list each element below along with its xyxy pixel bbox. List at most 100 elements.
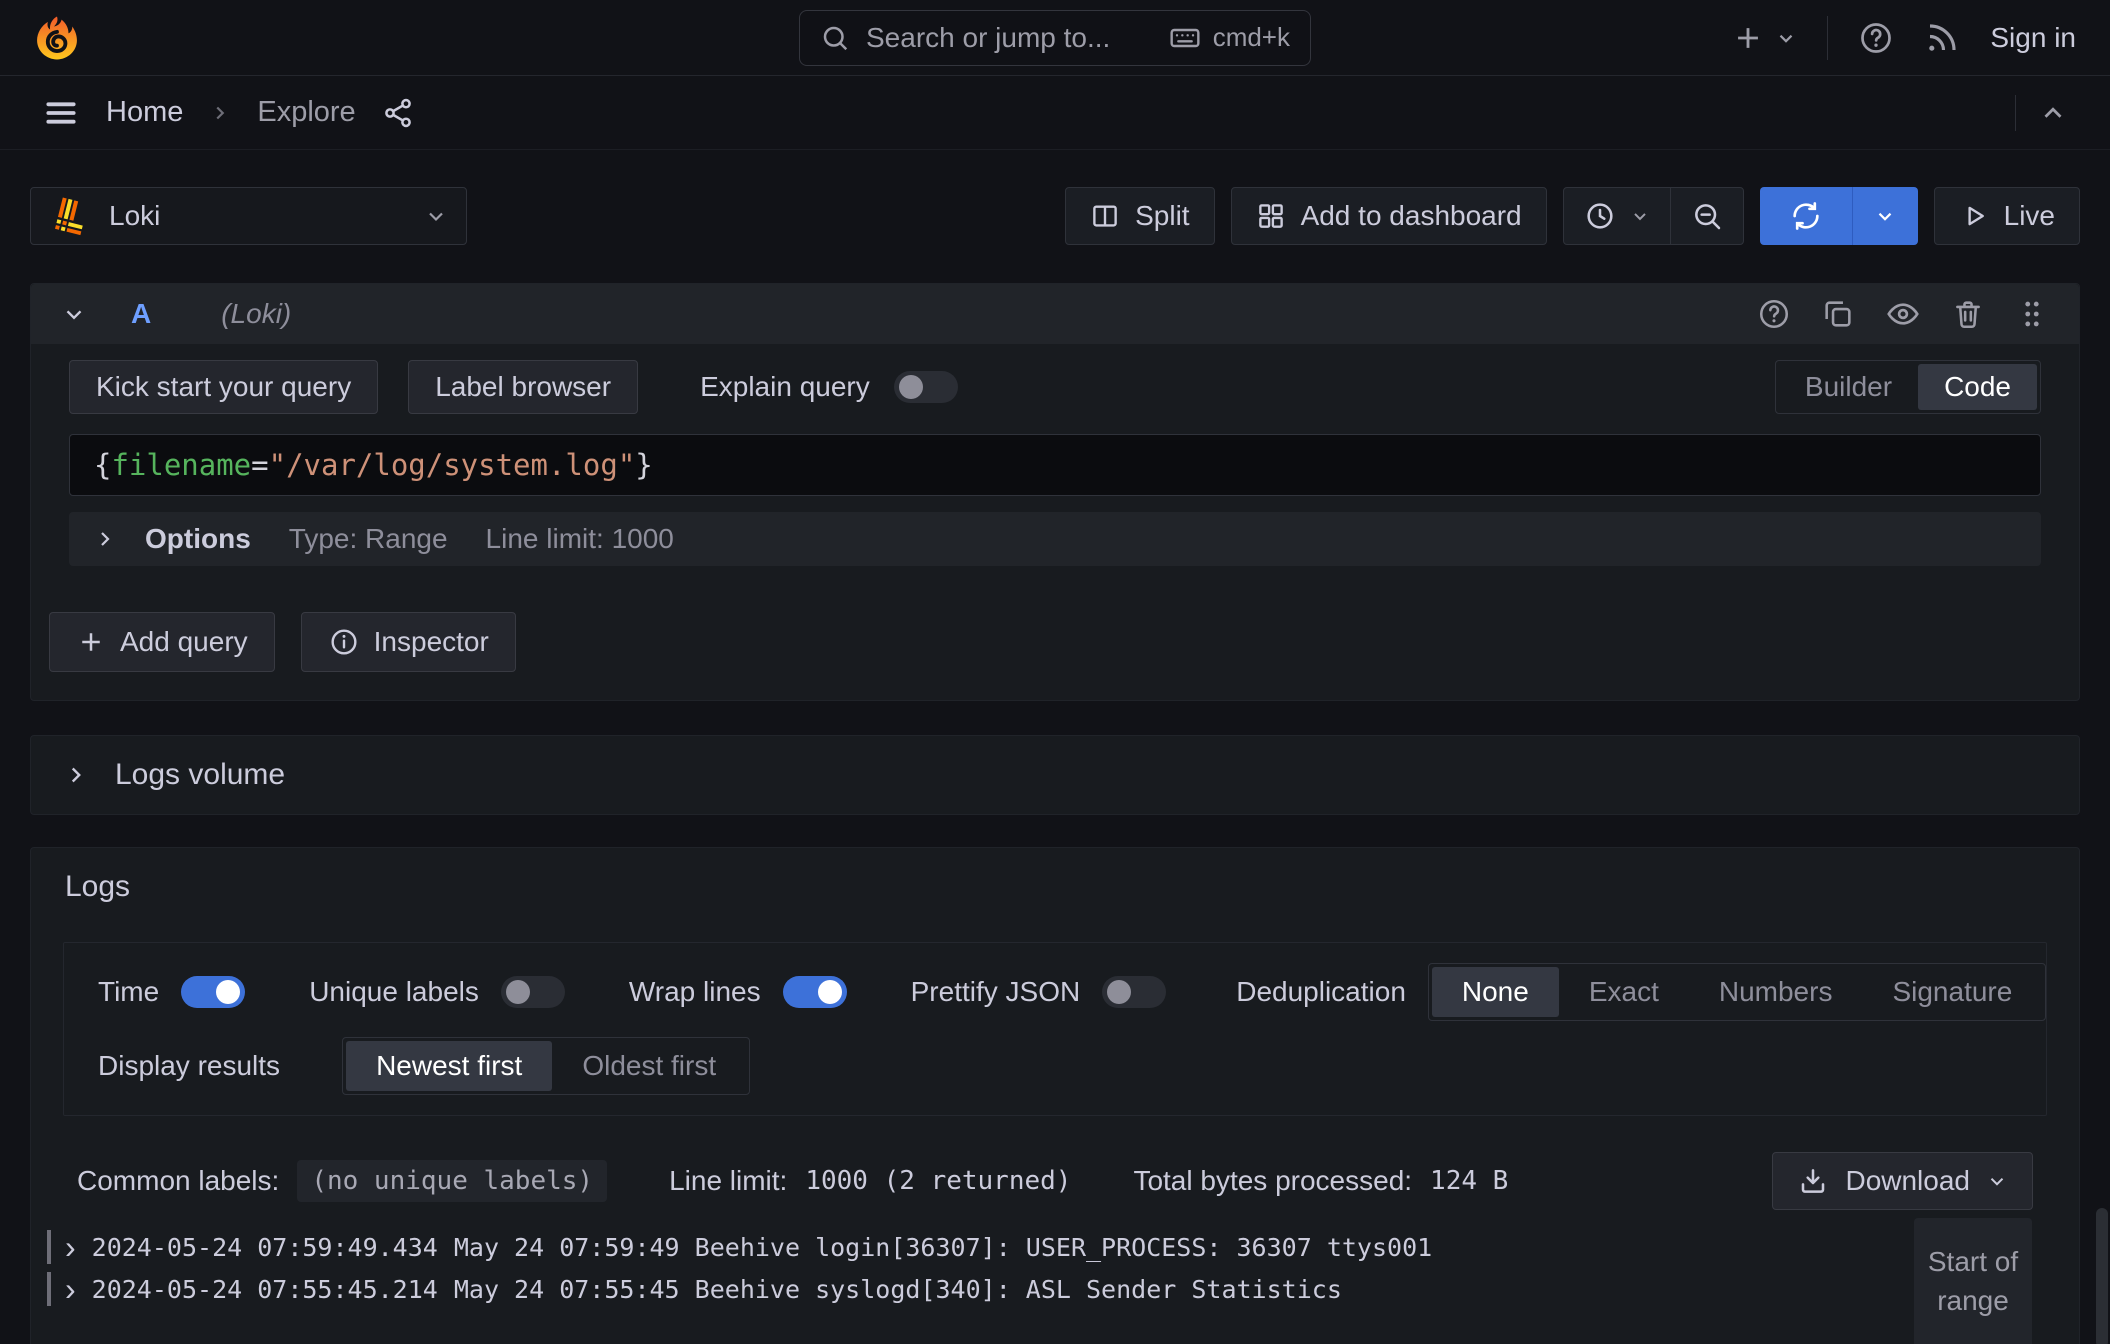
search-shortcut: cmd+k [1169,22,1290,54]
chevron-down-icon[interactable] [61,301,87,327]
explain-query-toggle[interactable] [894,371,958,403]
clock-icon [1584,200,1616,232]
remove-query-icon[interactable] [1951,297,1985,331]
logs-title: Logs [65,870,2079,904]
download-icon [1797,1165,1829,1197]
duplicate-query-icon[interactable] [1821,297,1855,331]
time-range-button[interactable] [1564,188,1670,244]
sign-in-button[interactable]: Sign in [1990,22,2076,54]
datasource-name: Loki [109,200,160,232]
prettify-json-toggle[interactable] [1102,976,1166,1008]
drag-handle-icon[interactable] [2015,297,2049,331]
add-to-dashboard-button[interactable]: Add to dashboard [1231,187,1547,245]
play-icon [1959,201,1989,231]
unique-labels-toggle[interactable] [501,976,565,1008]
news-button[interactable] [1924,20,1960,56]
line-limit-label: Line limit: [669,1165,787,1197]
order-oldest-first[interactable]: Oldest first [552,1041,746,1091]
log-row[interactable]: ›2024-05-24 07:59:49.434May 24 07:59:49 … [31,1226,2079,1268]
log-row[interactable]: › 2024-05-24 07:55:45.214 May 24 07:55:45 … [31,1268,2079,1310]
search-input[interactable]: Search or jump to... cmd+k [799,10,1311,66]
query-editor-panel: A (Loki) Kick start your query Label bro… [30,283,2080,701]
label-browser-button[interactable]: Label browser [408,360,638,414]
new-menu-button[interactable] [1731,21,1797,55]
add-query-button[interactable]: Add query [49,612,275,672]
share-shortened-link-button[interactable] [382,97,414,129]
wrap-lines-label: Wrap lines [629,976,761,1008]
divider [2015,95,2016,131]
logs-volume-panel[interactable]: Logs volume [30,735,2080,815]
chevron-down-icon [1630,206,1650,226]
run-query-interval-button[interactable] [1852,187,1918,245]
datasource-picker[interactable]: Loki [30,187,467,245]
time-label: Time [98,976,159,1008]
dedup-signature[interactable]: Signature [1862,967,2042,1017]
zoom-out-time-button[interactable] [1671,188,1743,244]
top-nav: Search or jump to... cmd+k Sign in [0,0,2110,76]
plus-icon [1731,21,1765,55]
query-token: { [94,448,111,482]
mega-menu-button[interactable] [42,94,80,132]
dedup-exact[interactable]: Exact [1559,967,1689,1017]
query-code-input[interactable]: {filename="/var/log/system.log"} [69,434,2041,496]
display-results-label: Display results [98,1050,280,1082]
log-timestamp: 2024-05-24 07:55:45.214 [92,1275,438,1304]
scrollbar-thumb[interactable] [2096,1208,2108,1344]
loki-logo-icon [49,195,91,237]
log-expand-icon[interactable]: › [65,1273,76,1305]
live-button[interactable]: Live [1934,187,2080,245]
sync-icon [1790,200,1822,232]
log-expand-icon[interactable]: › [65,1231,76,1263]
chevron-right-icon [93,527,117,551]
common-labels-label: Common labels: [77,1165,279,1197]
inspector-button[interactable]: Inspector [301,612,516,672]
search-icon [820,23,850,53]
chevron-up-icon [2038,98,2068,128]
help-button[interactable] [1858,20,1894,56]
query-ref-id: A [131,298,151,330]
run-query-button[interactable] [1760,187,1852,245]
dedup-none[interactable]: None [1432,967,1559,1017]
breadcrumb-home[interactable]: Home [106,96,183,129]
query-options-row[interactable]: Options Type: Range Line limit: 1000 [69,512,2041,566]
dedup-numbers[interactable]: Numbers [1689,967,1863,1017]
log-line: May 24 07:55:45 Beehive syslogd[340]: AS… [454,1275,1342,1304]
split-button[interactable]: Split [1065,187,1214,245]
mode-code[interactable]: Code [1918,364,2037,410]
mode-builder[interactable]: Builder [1779,364,1918,410]
kick-start-query-button[interactable]: Kick start your query [69,360,378,414]
query-token: } [635,448,652,482]
hamburger-icon [42,94,80,132]
options-type: Type: Range [289,523,448,555]
logs-volume-title: Logs volume [115,758,285,792]
query-row-header[interactable]: A (Loki) [31,284,2079,344]
toggle-visibility-icon[interactable] [1885,296,1921,332]
line-limit-value: 1000 (2 returned) [805,1166,1071,1196]
wrap-lines-toggle[interactable] [783,976,847,1008]
editor-mode-group: BuilderCode [1775,360,2041,414]
deduplication-group: NoneExactNumbersSignature [1428,963,2046,1021]
search-placeholder: Search or jump to... [866,22,1110,54]
prettify-json-label: Prettify JSON [911,976,1081,1008]
total-bytes-value: 124 B [1430,1166,1508,1196]
query-help-icon[interactable] [1757,297,1791,331]
share-alt-icon [382,97,414,129]
deduplication-label: Deduplication [1236,976,1406,1008]
time-picker-group [1563,187,1744,245]
log-level-bar [47,1272,51,1306]
logs-meta-row: Common labels: (no unique labels) Line l… [77,1152,2033,1210]
split-columns-icon [1090,201,1120,231]
collapse-controls-button[interactable] [2038,98,2068,128]
order-newest-first[interactable]: Newest first [346,1041,552,1091]
logs-panel: Logs Time Unique labels Wrap lines Prett… [30,847,2080,1344]
time-toggle[interactable] [181,976,245,1008]
breadcrumb-current: Explore [257,96,355,129]
apps-icon [1256,201,1286,231]
download-button[interactable]: Download [1772,1152,2033,1210]
rss-icon [1924,20,1960,56]
plus-icon [76,627,106,657]
grafana-logo-icon[interactable] [34,15,80,61]
options-title: Options [145,523,251,555]
query-token: filename [111,448,251,482]
start-of-range-marker[interactable]: Start of range [1914,1218,2032,1344]
